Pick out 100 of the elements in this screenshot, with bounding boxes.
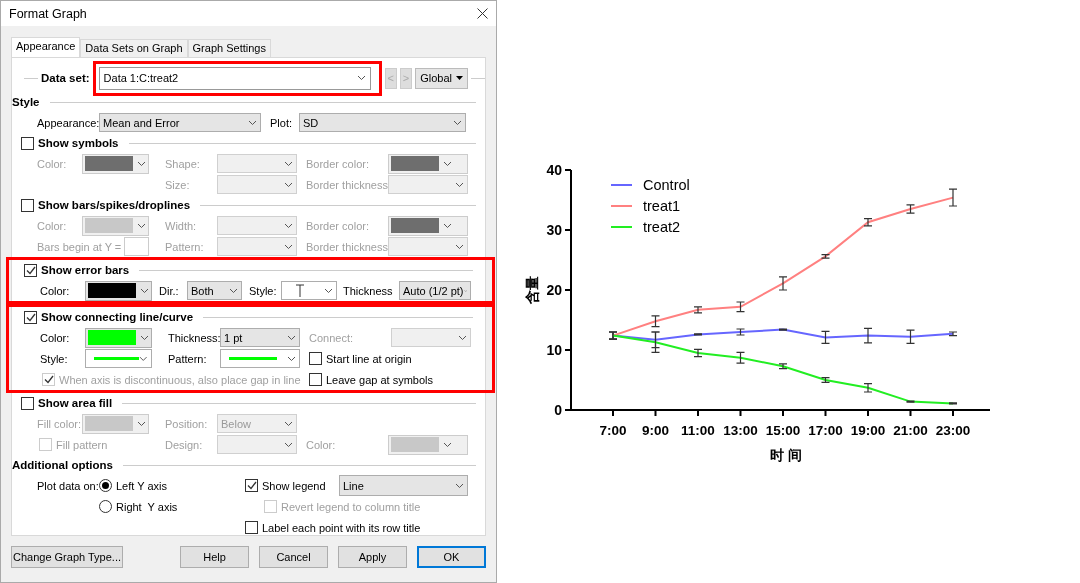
window-title: Format Graph xyxy=(9,6,87,21)
field-label: Border thickness: xyxy=(306,178,388,191)
field-label: Thickness: xyxy=(168,331,220,344)
field-label: Style: xyxy=(249,284,278,297)
chevron-down-icon xyxy=(443,441,452,448)
global-dropdown-button[interactable]: Global xyxy=(415,67,468,89)
field-label: Border thickness: xyxy=(306,240,388,253)
field-label: Border color: xyxy=(306,157,370,170)
checkbox[interactable] xyxy=(24,310,37,324)
color-dropdown[interactable] xyxy=(85,327,152,348)
error-bar xyxy=(863,383,873,393)
dialog-button[interactable]: Help xyxy=(180,546,249,568)
field-label: Pattern: xyxy=(168,352,208,365)
dialog-button[interactable]: Apply xyxy=(338,546,407,568)
dropdown[interactable]: 1 pt xyxy=(220,328,300,347)
dialog-button[interactable]: Change Graph Type... xyxy=(11,546,123,568)
checkbox[interactable] xyxy=(21,198,34,212)
section-title: Style xyxy=(12,96,40,108)
axis-tick-label: 7:00 xyxy=(599,423,627,438)
field-label: Dir.: xyxy=(159,284,180,297)
chevron-down-icon xyxy=(248,119,257,126)
checkmark-icon xyxy=(246,481,257,490)
chevron-down-icon xyxy=(137,160,146,167)
tab[interactable]: Appearance xyxy=(11,37,81,57)
error-bar xyxy=(905,400,916,403)
radio-button[interactable]: Left Y axis xyxy=(99,479,199,492)
dropdown[interactable]: Line xyxy=(339,475,468,496)
error-bar xyxy=(778,276,788,291)
close-icon[interactable] xyxy=(477,8,488,19)
checkbox[interactable]: Show legend xyxy=(245,479,339,492)
error-bar xyxy=(778,328,788,331)
error-bar xyxy=(735,301,746,313)
line-style-dropdown[interactable] xyxy=(85,349,152,368)
error-bar xyxy=(650,331,661,353)
radio-button[interactable]: Right Y axis xyxy=(99,500,199,513)
checkmark-icon xyxy=(25,265,36,275)
checkmark-icon xyxy=(25,312,36,322)
field-label: Color: xyxy=(37,157,68,170)
color-dropdown[interactable] xyxy=(85,280,152,301)
dropdown[interactable]: SD xyxy=(299,113,466,132)
axis-title: 含量 xyxy=(524,276,540,304)
axis-tick-label: 15:00 xyxy=(765,423,801,438)
error-bar xyxy=(735,328,746,336)
error-bar xyxy=(693,348,703,358)
field-label: Style: xyxy=(40,352,69,365)
dropdown[interactable]: Auto (1/2 pt) xyxy=(399,281,471,300)
axis-tick-label: 30 xyxy=(546,222,562,238)
chevron-down-icon xyxy=(287,334,296,341)
chevron-down-icon xyxy=(284,222,293,229)
section-title: Show error bars xyxy=(41,264,130,276)
checkbox[interactable]: Label each point with its row title xyxy=(245,521,468,534)
data-set-dropdown[interactable]: Data 1:C:treat2 xyxy=(98,66,371,90)
field-label: Thickness xyxy=(343,284,394,297)
tab[interactable]: Graph Settings xyxy=(187,39,271,57)
dropdown[interactable]: Both xyxy=(187,281,242,300)
chevron-down-icon xyxy=(455,181,464,188)
chevron-down-icon xyxy=(284,420,293,427)
error-bar xyxy=(948,188,958,207)
checkbox[interactable] xyxy=(24,263,37,277)
chevron-down-icon xyxy=(139,355,148,362)
error-bar xyxy=(820,254,831,259)
field-label: Color: xyxy=(40,331,71,344)
axis-title: 时 间 xyxy=(770,447,802,463)
line-style-dropdown[interactable] xyxy=(220,349,300,368)
error-bar xyxy=(948,331,958,337)
error-bar xyxy=(905,204,916,214)
checkbox[interactable]: Leave gap at symbols xyxy=(309,373,471,386)
field-label: Appearance: xyxy=(37,116,99,129)
dialog-button[interactable]: OK xyxy=(417,546,486,568)
axis-tick-label: 0 xyxy=(554,402,562,418)
tab[interactable]: Data Sets on Graph xyxy=(80,39,188,57)
dropdown[interactable]: Mean and Error xyxy=(99,113,261,132)
field-label: Pattern: xyxy=(165,240,205,253)
checkbox[interactable] xyxy=(21,396,34,410)
field-label: Color: xyxy=(306,438,337,451)
checkbox[interactable] xyxy=(21,136,34,150)
axis-tick-label: 9:00 xyxy=(642,423,669,438)
axis-tick-label: 19:00 xyxy=(850,423,886,438)
chevron-down-icon xyxy=(356,75,366,81)
field-label: Width: xyxy=(165,219,198,232)
checkmark-icon xyxy=(43,375,54,384)
chevron-down-icon xyxy=(324,287,333,294)
chevron-down-icon xyxy=(140,287,149,294)
field-label: Color: xyxy=(40,284,71,297)
error-bar xyxy=(820,377,831,383)
section-title: Show bars/spikes/droplines xyxy=(38,199,191,211)
error-bar xyxy=(905,329,916,344)
section-title: Show area fill xyxy=(38,397,113,409)
error-bar xyxy=(820,330,831,344)
chevron-down-icon xyxy=(458,334,467,341)
field-label: Plot data on: xyxy=(37,479,99,492)
field-label: Size: xyxy=(165,178,191,191)
checkbox[interactable]: Start line at origin xyxy=(309,352,471,365)
chevron-down-icon xyxy=(137,420,146,427)
chevron-down-icon xyxy=(284,181,293,188)
dialog-button[interactable]: Cancel xyxy=(259,546,328,568)
error-bar xyxy=(948,402,958,405)
field-label: Connect: xyxy=(309,331,355,344)
error-bar xyxy=(650,315,661,328)
error-style-dropdown[interactable] xyxy=(281,281,337,300)
